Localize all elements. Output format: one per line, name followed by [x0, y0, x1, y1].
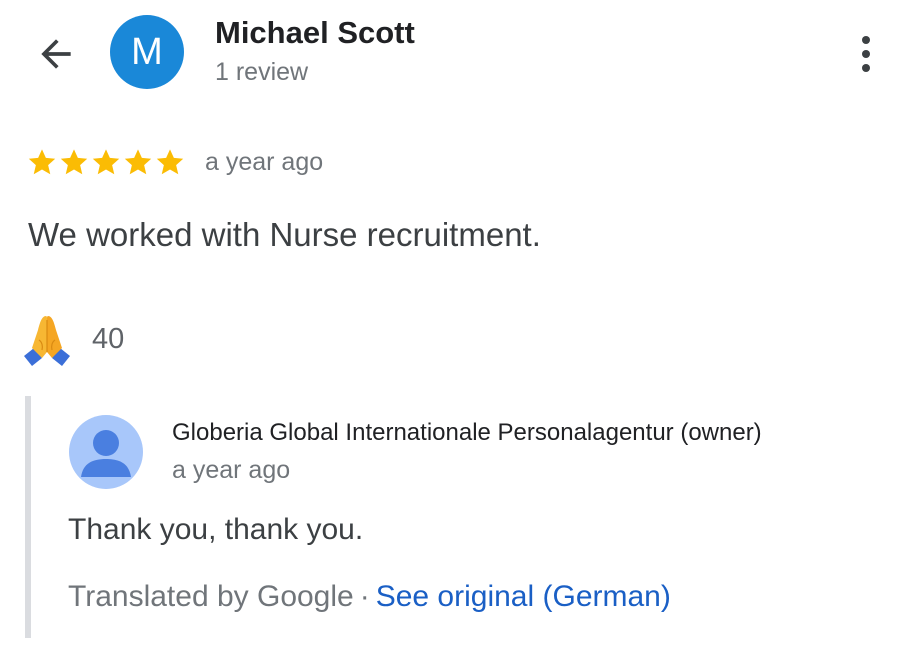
person-icon [81, 430, 131, 477]
owner-avatar[interactable] [69, 415, 143, 489]
separator: · [359, 580, 370, 613]
reaction-button[interactable]: 40 [20, 312, 124, 366]
owner-reply-date: a year ago [172, 456, 291, 484]
avatar-letter: M [131, 30, 163, 73]
star-icon [92, 149, 120, 175]
review-date: a year ago [205, 148, 324, 176]
more-options-button[interactable] [846, 30, 886, 78]
reply-divider [25, 396, 31, 638]
reaction-count: 40 [92, 322, 125, 355]
more-vert-icon [862, 36, 870, 44]
owner-reply-text: Thank you, thank you. [68, 513, 364, 546]
translated-label: Translated by Google [68, 580, 354, 613]
translation-row: Translated by Google · See original (Ger… [68, 580, 671, 614]
owner-name[interactable]: Globeria Global Internationale Personala… [172, 419, 762, 447]
see-original-link[interactable]: See original (German) [376, 580, 671, 614]
review-text: We worked with Nurse recruitment. [28, 216, 541, 253]
reviewer-avatar[interactable]: M [110, 15, 184, 89]
star-icon [28, 149, 56, 175]
star-rating [26, 146, 186, 180]
back-button[interactable] [28, 26, 84, 82]
star-icon [156, 149, 184, 175]
star-icon [124, 149, 152, 175]
star-icon [60, 149, 88, 175]
arrow-back-icon [41, 39, 71, 69]
folded-hands-icon [24, 316, 70, 366]
review-count: 1 review [215, 58, 309, 86]
reviewer-name[interactable]: Michael Scott [215, 15, 415, 51]
